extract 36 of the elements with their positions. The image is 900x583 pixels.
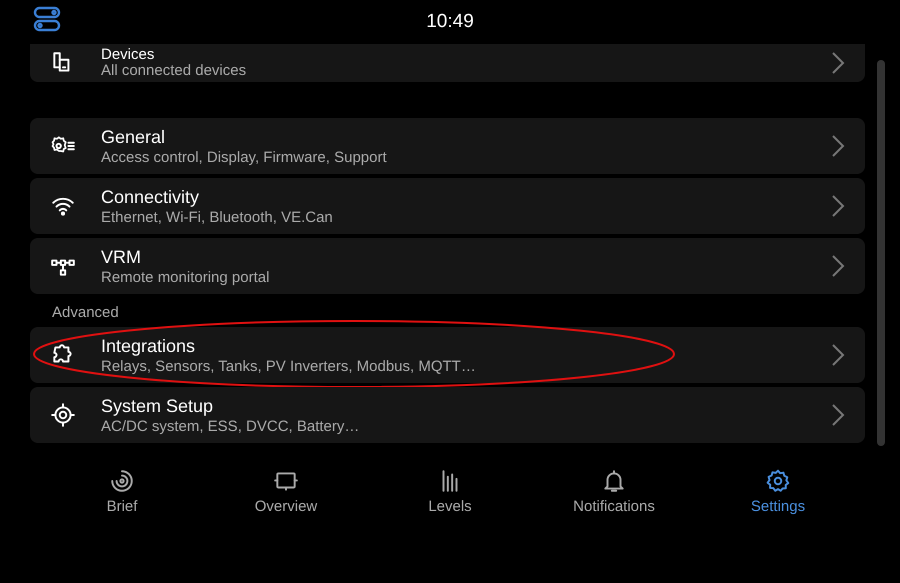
nav-tab[interactable]: Brief: [62, 462, 182, 521]
nav-tab[interactable]: Overview: [226, 462, 346, 521]
item-title: Integrations: [101, 334, 196, 356]
settings-item[interactable]: General Access control, Display, Firmware, Support: [30, 118, 865, 174]
chevron-icon: [831, 403, 845, 427]
item-subtitle: All connected devices: [101, 63, 248, 79]
dial-icon: [109, 468, 135, 494]
section-header: Advanced: [51, 303, 120, 323]
settings-item[interactable]: System Setup AC/DC system, ESS, DVCC, Battery…: [30, 387, 865, 443]
settings-item[interactable]: VRM Remote monitoring portal: [30, 238, 865, 294]
item-subtitle: Access control, Display, Firmware, Support: [101, 148, 388, 166]
item-subtitle: AC/DC system, ESS, DVCC, Battery…: [101, 416, 360, 436]
nav-tab[interactable]: Levels: [390, 462, 510, 521]
nav-tab[interactable]: Settings: [718, 462, 838, 521]
item-title: Connectivity: [101, 186, 200, 208]
scrollbar[interactable]: [877, 60, 885, 446]
nav-tab[interactable]: Notifications: [554, 462, 674, 521]
toggles-icon[interactable]: [33, 6, 61, 32]
item-title: System Setup: [101, 394, 214, 416]
item-subtitle: Relays, Sensors, Tanks, PV Inverters, Modbus, MQTT…: [101, 356, 477, 376]
settings-icon: [765, 468, 791, 494]
clock-time: 10:49: [426, 11, 474, 33]
chevron-icon: [831, 51, 845, 75]
item-title: VRM: [101, 246, 142, 268]
target-icon: [50, 402, 76, 428]
item-subtitle: Remote monitoring portal: [101, 268, 270, 286]
settings-item[interactable]: Integrations Relays, Sensors, Tanks, PV Inverters, Modbus, MQTT…: [30, 327, 865, 383]
settings-item[interactable]: Connectivity Ethernet, Wi-Fi, Bluetooth, VE.Can: [30, 178, 865, 234]
chevron-icon: [831, 134, 845, 158]
chevron-icon: [831, 194, 845, 218]
settings-item[interactable]: Devices All connected devices: [30, 44, 865, 82]
item-title: General: [101, 126, 166, 148]
chevron-icon: [831, 343, 845, 367]
item-title: Devices: [101, 47, 156, 63]
item-subtitle: Ethernet, Wi-Fi, Bluetooth, VE.Can: [101, 208, 334, 226]
chevron-icon: [831, 254, 845, 278]
